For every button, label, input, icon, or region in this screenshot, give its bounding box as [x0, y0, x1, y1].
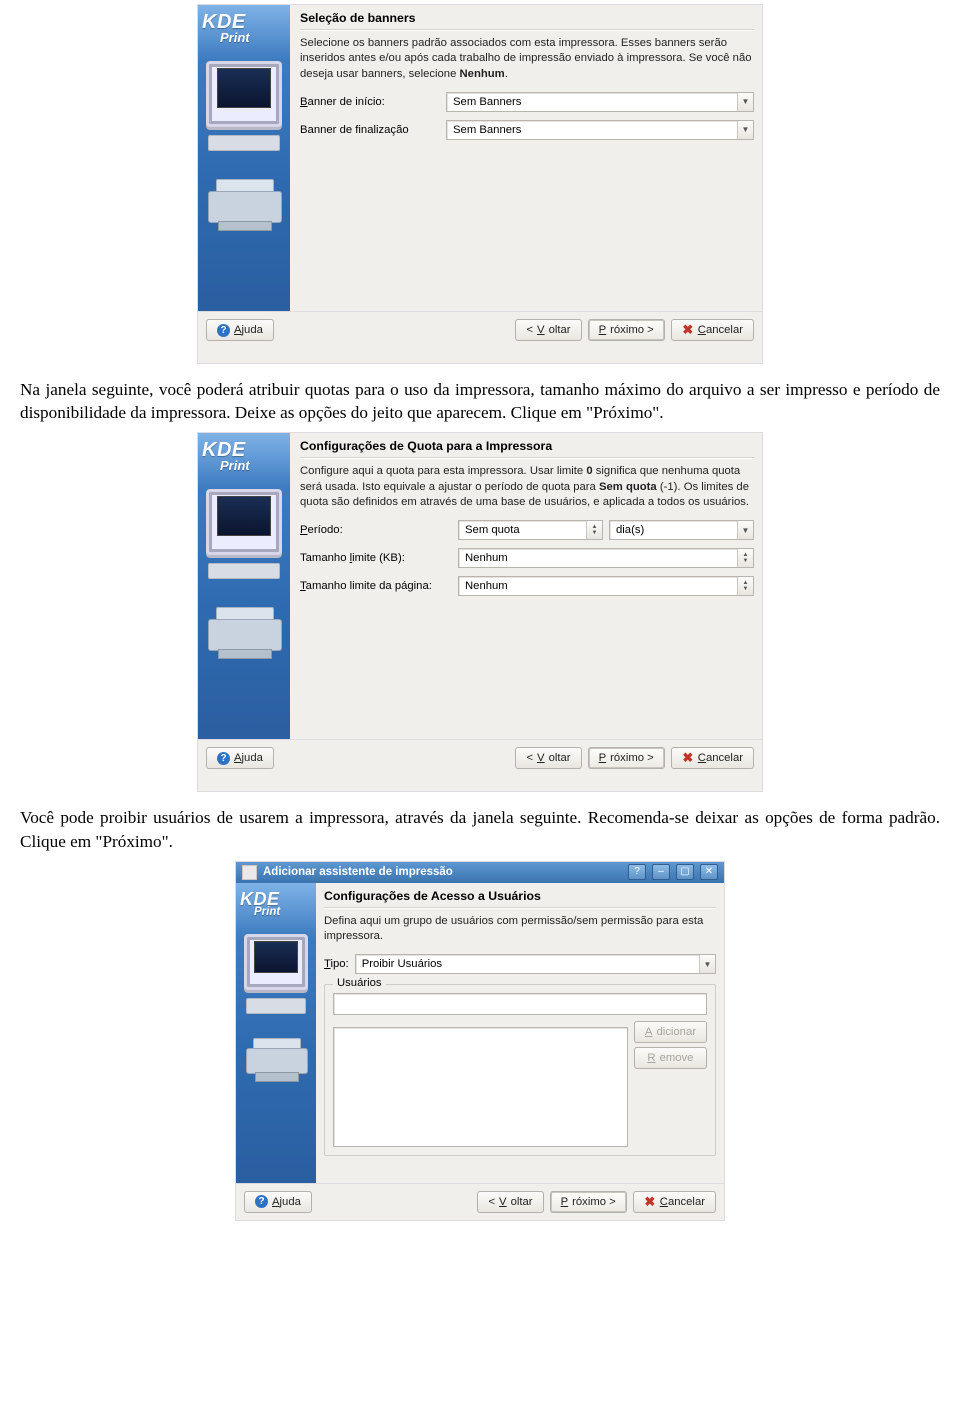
users-listbox[interactable] — [333, 1027, 628, 1147]
page-description: Selecione os banners padrão associados c… — [300, 36, 754, 82]
minimize-button[interactable]: – — [652, 864, 670, 880]
cancel-icon: ✖ — [682, 752, 694, 764]
page-description: Configure aqui a quota para esta impress… — [300, 464, 754, 510]
page-title: Seleção de banners — [300, 11, 754, 25]
next-button[interactable]: Próximo > — [588, 319, 665, 341]
remove-user-button[interactable]: Remove — [634, 1047, 707, 1069]
wizard-sidebar: KDE Print — [236, 883, 316, 1183]
back-button[interactable]: < Voltar — [515, 747, 581, 769]
help-button[interactable]: ? Ajuda — [206, 747, 274, 769]
period-label: Período: — [300, 524, 452, 536]
next-button[interactable]: Próximo > — [550, 1191, 627, 1213]
help-button[interactable]: ? Ajuda — [244, 1191, 312, 1213]
printer-icon — [208, 179, 280, 231]
user-input[interactable] — [333, 993, 707, 1015]
period-unit-combo[interactable]: dia(s) ▼ — [609, 520, 754, 540]
divider — [324, 907, 716, 908]
page-title: Configurações de Quota para a Impressora — [300, 439, 754, 453]
close-button[interactable]: ✕ — [700, 864, 718, 880]
quota-settings-dialog: KDE Print Configurações de Quota para a … — [197, 432, 763, 792]
chevron-down-icon: ▼ — [737, 93, 753, 111]
type-label: Tipo: — [324, 958, 349, 970]
help-button[interactable]: ? Ajuda — [206, 319, 274, 341]
help-icon: ? — [255, 1195, 268, 1208]
type-combo[interactable]: Proibir Usuários ▼ — [355, 954, 716, 974]
titlebar[interactable]: Adicionar assistente de impressão ? – ▢ … — [236, 862, 724, 883]
start-banner-combo[interactable]: Sem Banners ▼ — [446, 92, 754, 112]
end-banner-combo[interactable]: Sem Banners ▼ — [446, 120, 754, 140]
help-icon: ? — [217, 324, 230, 337]
monitor-icon — [206, 489, 282, 555]
doc-paragraph-1: Na janela seguinte, você poderá atribuir… — [20, 378, 940, 424]
cancel-icon: ✖ — [682, 324, 694, 336]
window-icon — [242, 865, 257, 880]
back-button[interactable]: < Voltar — [515, 319, 581, 341]
chevron-down-icon: ▼ — [699, 955, 715, 973]
chevron-down-icon: ▼ — [737, 521, 753, 539]
page-title: Configurações de Acesso a Usuários — [324, 889, 716, 903]
kde-print-logo: KDE Print — [202, 11, 286, 45]
divider — [300, 457, 754, 458]
maximize-button[interactable]: ▢ — [676, 864, 694, 880]
user-access-dialog: Adicionar assistente de impressão ? – ▢ … — [235, 861, 725, 1221]
page-limit-spin[interactable]: Nenhum ▲▼ — [458, 576, 754, 596]
cancel-button[interactable]: ✖ Cancelar — [671, 747, 754, 769]
size-limit-label: Tamanho limite (KB): — [300, 552, 452, 564]
groupbox-title: Usuários — [333, 977, 386, 989]
window-title: Adicionar assistente de impressão — [263, 866, 453, 878]
kde-print-logo: KDE Print — [240, 889, 312, 918]
keyboard-icon — [208, 135, 280, 151]
next-button[interactable]: Próximo > — [588, 747, 665, 769]
page-description: Defina aqui um grupo de usuários com per… — [324, 914, 716, 945]
add-user-button[interactable]: Adicionar — [634, 1021, 707, 1043]
help-icon: ? — [217, 752, 230, 765]
end-banner-label: Banner de finalização — [300, 124, 440, 136]
printer-icon — [246, 1038, 306, 1082]
spin-arrows-icon: ▲▼ — [586, 521, 602, 539]
wizard-sidebar: KDE Print — [198, 433, 290, 739]
kde-print-logo: KDE Print — [202, 439, 286, 473]
cancel-button[interactable]: ✖ Cancelar — [633, 1191, 716, 1213]
spin-arrows-icon: ▲▼ — [737, 577, 753, 595]
divider — [300, 29, 754, 30]
keyboard-icon — [208, 563, 280, 579]
period-spin[interactable]: Sem quota ▲▼ — [458, 520, 603, 540]
help-titlebar-button[interactable]: ? — [628, 864, 646, 880]
keyboard-icon — [246, 998, 306, 1014]
monitor-icon — [206, 61, 282, 127]
monitor-icon — [244, 934, 308, 990]
users-groupbox: Usuários Adicionar Remove — [324, 984, 716, 1156]
spin-arrows-icon: ▲▼ — [737, 549, 753, 567]
page-limit-label: Tamanho limite da página: — [300, 580, 452, 592]
chevron-down-icon: ▼ — [737, 121, 753, 139]
printer-icon — [208, 607, 280, 659]
start-banner-label: Banner de início: — [300, 96, 440, 108]
back-button[interactable]: < Voltar — [477, 1191, 543, 1213]
size-limit-spin[interactable]: Nenhum ▲▼ — [458, 548, 754, 568]
wizard-sidebar: KDE Print — [198, 5, 290, 311]
doc-paragraph-2: Você pode proibir usuários de usarem a i… — [20, 806, 940, 852]
cancel-icon: ✖ — [644, 1196, 656, 1208]
banner-selection-dialog: KDE Print Seleção de banners Selecione o… — [197, 4, 763, 364]
cancel-button[interactable]: ✖ Cancelar — [671, 319, 754, 341]
